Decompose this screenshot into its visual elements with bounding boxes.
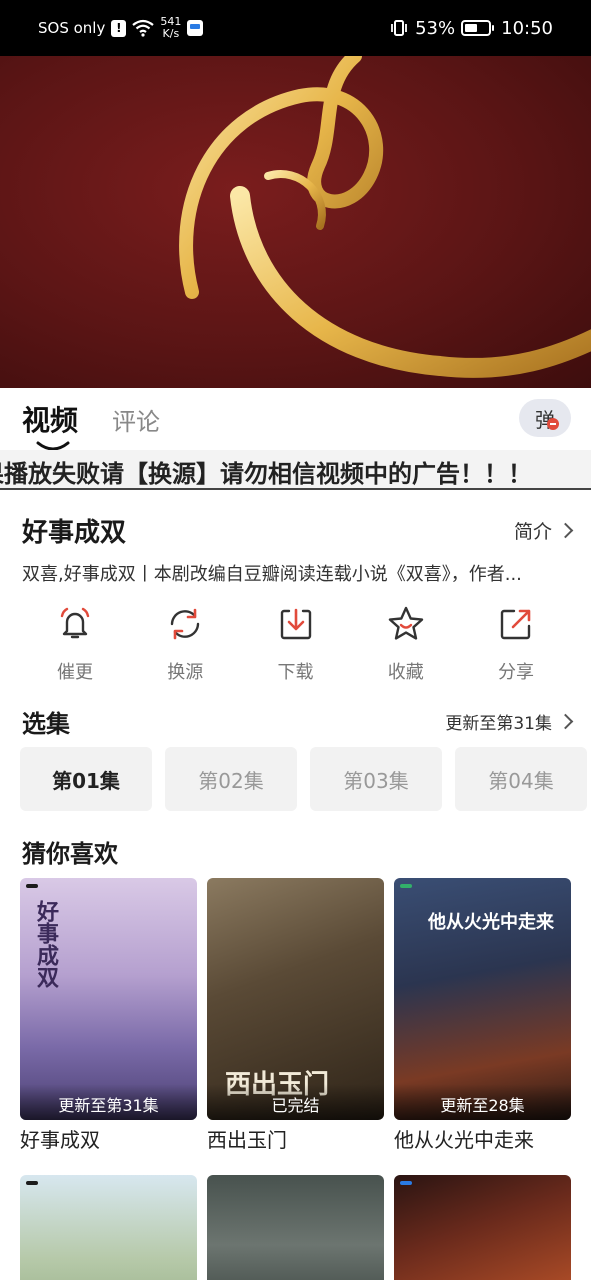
star-icon	[388, 606, 423, 640]
danmu-off-icon	[547, 418, 559, 430]
video-player[interactable]	[0, 56, 591, 388]
intro-link[interactable]: 简介	[513, 517, 574, 544]
action-row: 催更 换源 下载 收藏 分享	[20, 604, 571, 684]
recommend-card[interactable]: 西出玉门 已完结 西出玉门	[207, 878, 384, 1153]
recommend-card[interactable]	[20, 1175, 197, 1280]
episode-status-badge: 已完结	[207, 1084, 384, 1120]
net-speed-unit: K/s	[162, 27, 180, 40]
refresh-icon	[171, 608, 200, 640]
platform-tag	[26, 1181, 38, 1185]
notice-marquee: 果播放失败请【换源】请勿相信视频中的广告！！！	[0, 450, 591, 490]
tab-video[interactable]: 视频	[22, 399, 79, 451]
carrier-text: SOS only	[38, 19, 106, 37]
episodes-more-link[interactable]: 更新至第31集	[445, 709, 574, 734]
episode-status-badge: 更新至第31集	[20, 1084, 197, 1120]
status-left: SOS only ! 541 K/s	[38, 16, 204, 40]
intro-label: 简介	[513, 521, 552, 543]
episode-item[interactable]: 第03集	[310, 747, 442, 811]
recommend-card[interactable]	[207, 1175, 384, 1280]
download-icon	[280, 608, 311, 640]
danmu-toggle-button[interactable]: 弹	[519, 399, 571, 437]
wifi-icon	[132, 19, 155, 37]
action-label: 下载	[277, 662, 314, 683]
battery-percent: 53%	[415, 17, 456, 39]
episode-status-badge: 更新至28集	[394, 1084, 571, 1120]
platform-tag	[26, 884, 38, 888]
vibrate-icon	[391, 20, 408, 36]
clock: 10:50	[501, 17, 553, 39]
poster-title-art: 他从火光中走来	[428, 912, 554, 933]
detail-tabs: 视频 评论 弹	[0, 388, 591, 451]
recommend-card[interactable]: 好事成双 更新至第31集 好事成双	[20, 878, 197, 1153]
poster-image: 好事成双 更新至第31集	[20, 878, 197, 1120]
episodes-update-status: 更新至第31集	[445, 714, 552, 734]
video-frame-graphic	[179, 56, 591, 378]
poster-image: 西出玉门 已完结	[207, 878, 384, 1120]
poster-title-art: 好事成双	[33, 900, 59, 988]
alert-icon: !	[111, 19, 127, 37]
platform-tag	[400, 884, 412, 888]
favorite-button[interactable]: 收藏	[351, 604, 461, 684]
episode-list: 第01集 第02集 第03集 第04集	[20, 747, 591, 811]
recommend-card[interactable]	[394, 1175, 571, 1280]
episode-item[interactable]: 第02集	[165, 747, 297, 811]
show-title-row: 好事成双 简介	[22, 512, 574, 549]
recommend-header: 猜你喜欢	[22, 834, 571, 869]
show-title: 好事成双	[22, 518, 127, 548]
episode-item[interactable]: 第01集	[20, 747, 152, 811]
poster-image: 他从火光中走来 更新至28集	[394, 878, 571, 1120]
battery-fill	[465, 24, 478, 32]
battery-icon	[461, 20, 495, 36]
status-right: 53% 10:50	[389, 18, 553, 39]
bell-icon	[60, 607, 90, 639]
remind-update-button[interactable]: 催更	[20, 604, 130, 684]
chevron-right-icon	[557, 713, 574, 730]
episode-item[interactable]: 第04集	[455, 747, 587, 811]
poster-image	[20, 1175, 197, 1280]
recommend-title: 猜你喜欢	[22, 840, 118, 868]
action-label: 分享	[498, 662, 534, 683]
action-label: 收藏	[387, 662, 424, 683]
switch-source-button[interactable]: 换源	[130, 604, 240, 684]
action-label: 换源	[167, 662, 204, 683]
episodes-title: 选集	[22, 710, 70, 738]
show-description: 双喜,好事成双丨本剧改编自豆瓣阅读连载小说《双喜》，作者...	[22, 564, 522, 585]
status-bar: SOS only ! 541 K/s 53% 10:50	[0, 0, 591, 56]
notice-text: 果播放失败请【换源】请勿相信视频中的广告！！！	[0, 460, 532, 488]
tab-comments[interactable]: 评论	[112, 402, 160, 437]
download-button[interactable]: 下载	[241, 604, 351, 684]
card-title: 他从火光中走来	[394, 1128, 534, 1152]
app-notification-icon	[187, 20, 204, 36]
platform-tag	[400, 1181, 412, 1185]
action-label: 催更	[57, 662, 93, 683]
tab-video-label: 视频	[22, 404, 79, 437]
recommend-grid: 好事成双 更新至第31集 好事成双 西出玉门 已完结 西出玉门 他从火光中走来 …	[20, 878, 571, 1280]
poster-image	[207, 1175, 384, 1280]
net-speed: 541 K/s	[160, 16, 181, 40]
card-title: 西出玉门	[207, 1128, 287, 1152]
chevron-right-icon	[557, 522, 574, 539]
share-icon	[500, 609, 531, 640]
recommend-card[interactable]: 他从火光中走来 更新至28集 他从火光中走来	[394, 878, 571, 1153]
share-button[interactable]: 分享	[461, 604, 571, 684]
card-title: 好事成双	[20, 1128, 100, 1152]
poster-image	[394, 1175, 571, 1280]
episodes-header: 选集 更新至第31集	[22, 704, 574, 739]
